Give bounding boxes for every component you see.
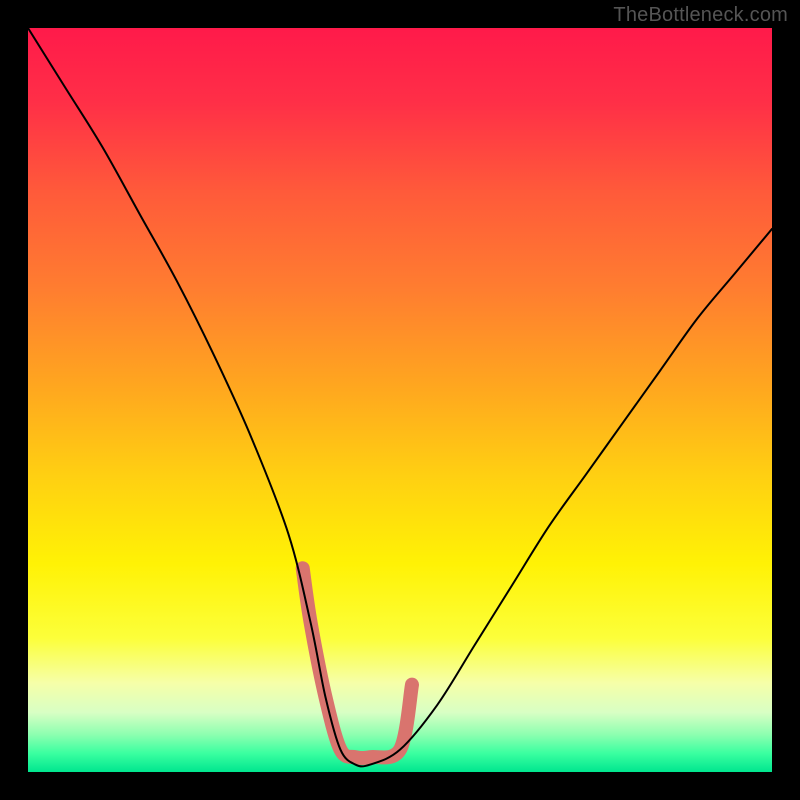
chart-frame: TheBottleneck.com xyxy=(0,0,800,800)
watermark-text: TheBottleneck.com xyxy=(613,4,788,27)
curve-layer xyxy=(28,28,772,772)
plot-area xyxy=(28,28,772,772)
bottleneck-curve xyxy=(28,28,772,766)
